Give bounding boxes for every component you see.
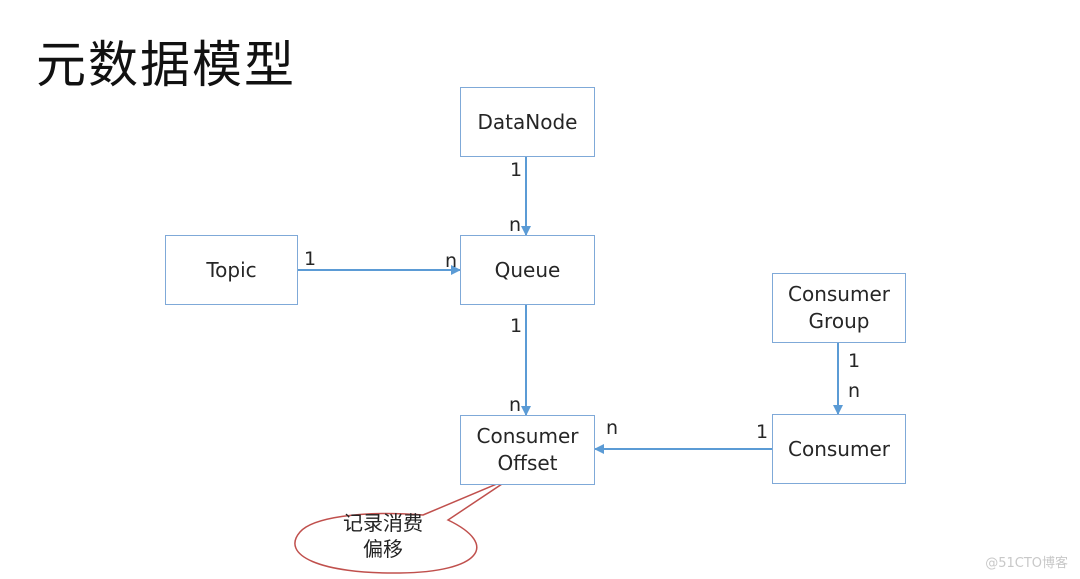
- cardinality-label: 1: [510, 159, 523, 181]
- cardinality-label: n: [848, 380, 861, 402]
- cardinality-label: 1: [510, 315, 523, 337]
- watermark: @51CTO博客: [985, 556, 1068, 571]
- cardinality-label: 1: [756, 421, 769, 443]
- entity-consumer-group: Consumer Group: [772, 273, 906, 343]
- cardinality-label: 1: [848, 350, 861, 372]
- entity-queue: Queue: [460, 235, 595, 305]
- cardinality-label: 1: [304, 248, 317, 270]
- cardinality-label: n: [606, 417, 619, 439]
- cardinality-label: n: [509, 394, 522, 416]
- entity-topic: Topic: [165, 235, 298, 305]
- cardinality-label: n: [445, 250, 458, 272]
- entity-datanode: DataNode: [460, 87, 595, 157]
- callout-text: 记录消费 偏移: [343, 511, 423, 561]
- entity-consumer-offset: Consumer Offset: [460, 415, 595, 485]
- entity-consumer: Consumer: [772, 414, 906, 484]
- cardinality-label: n: [509, 214, 522, 236]
